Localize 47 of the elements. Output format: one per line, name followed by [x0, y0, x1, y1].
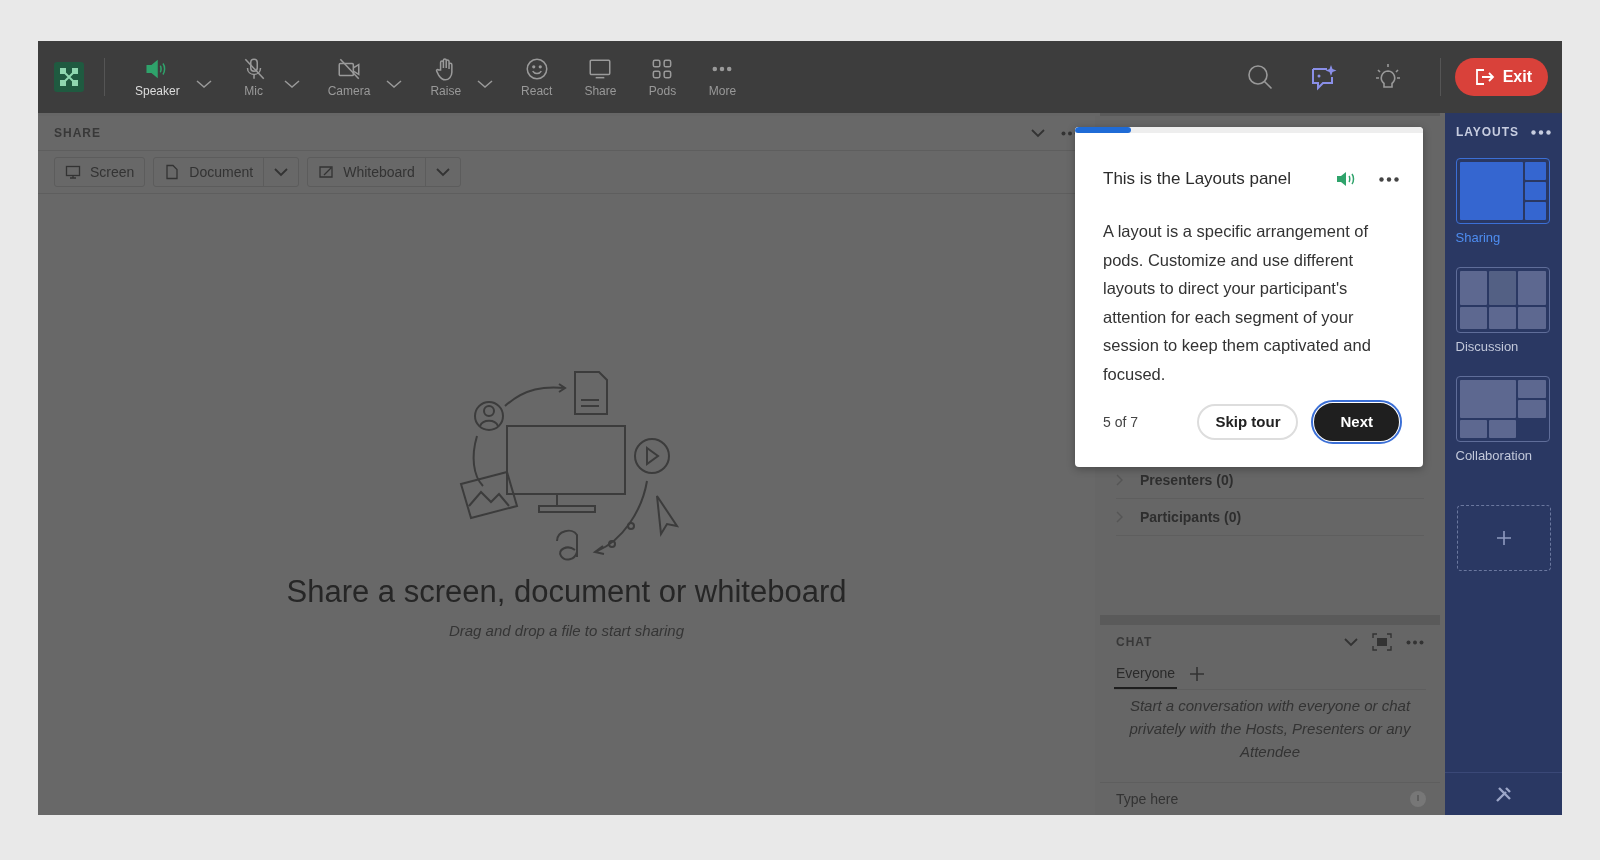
chevron-icon[interactable] [1344, 637, 1358, 647]
monitor-icon [65, 164, 81, 180]
add-layout-button[interactable] [1456, 505, 1551, 571]
popover-title: This is the Layouts panel [1103, 169, 1293, 189]
more-icon[interactable] [1531, 129, 1552, 135]
info-icon [1410, 791, 1426, 807]
exit-button[interactable]: Exit [1454, 58, 1548, 96]
toolbar-button[interactable]: More [692, 56, 753, 98]
attendee-group[interactable]: Participants (0) [1140, 509, 1242, 525]
caret-icon[interactable] [386, 79, 403, 89]
layout-name[interactable]: Collaboration [1455, 448, 1533, 463]
caret-icon[interactable] [283, 79, 300, 89]
toolbar-button[interactable]: Camera [311, 56, 387, 98]
layout-thumbnail[interactable] [1455, 267, 1550, 333]
more-icon[interactable] [1379, 176, 1399, 182]
toolbar-button[interactable]: Raise [414, 56, 478, 98]
layout-name[interactable]: Discussion [1455, 339, 1519, 354]
fullscreen-icon[interactable] [1372, 633, 1392, 651]
chat-sparkle-icon[interactable] [1309, 63, 1338, 91]
toolbar-button[interactable]: Mic [223, 56, 284, 98]
document-icon [164, 164, 181, 180]
whiteboard-icon [318, 164, 335, 180]
layout-thumbnail[interactable] [1455, 158, 1550, 224]
toolbar-button[interactable]: Pods [632, 56, 693, 98]
toolbar-button[interactable]: Share [568, 56, 633, 98]
toolbar-button[interactable]: React [505, 56, 569, 98]
app-logo-icon [54, 62, 84, 92]
chevron-icon [274, 167, 289, 177]
caret-icon[interactable] [477, 79, 494, 89]
panel-title: LAYOUTS [1455, 125, 1520, 139]
next-button[interactable]: Next [1314, 402, 1399, 441]
layout-thumbnail[interactable] [1455, 376, 1550, 442]
chevron-icon[interactable] [1031, 128, 1045, 138]
caret-icon[interactable] [195, 79, 212, 89]
skip-tour-button[interactable]: Skip tour [1197, 403, 1299, 440]
search-icon[interactable] [1245, 63, 1274, 91]
chat-tab[interactable]: Everyone [1114, 659, 1178, 689]
popover-body: A layout is a specific arrangement of pods. Customize and use different layouts to direct your participant's attention for each segment of your session to keep them captivated and focused. [1103, 221, 1372, 385]
toolbar-button[interactable]: Speaker [119, 56, 196, 98]
share-heading: Share a screen, document or whiteboard [286, 574, 847, 610]
step-counter: 5 of 7 [1103, 413, 1140, 430]
add-icon[interactable] [1189, 666, 1206, 682]
add-icon [1495, 530, 1512, 546]
attendee-group[interactable]: Presenters (0) [1140, 472, 1234, 488]
layout-name[interactable]: Sharing [1455, 230, 1501, 245]
exit-icon [1474, 68, 1495, 86]
chevron-icon [435, 167, 450, 177]
